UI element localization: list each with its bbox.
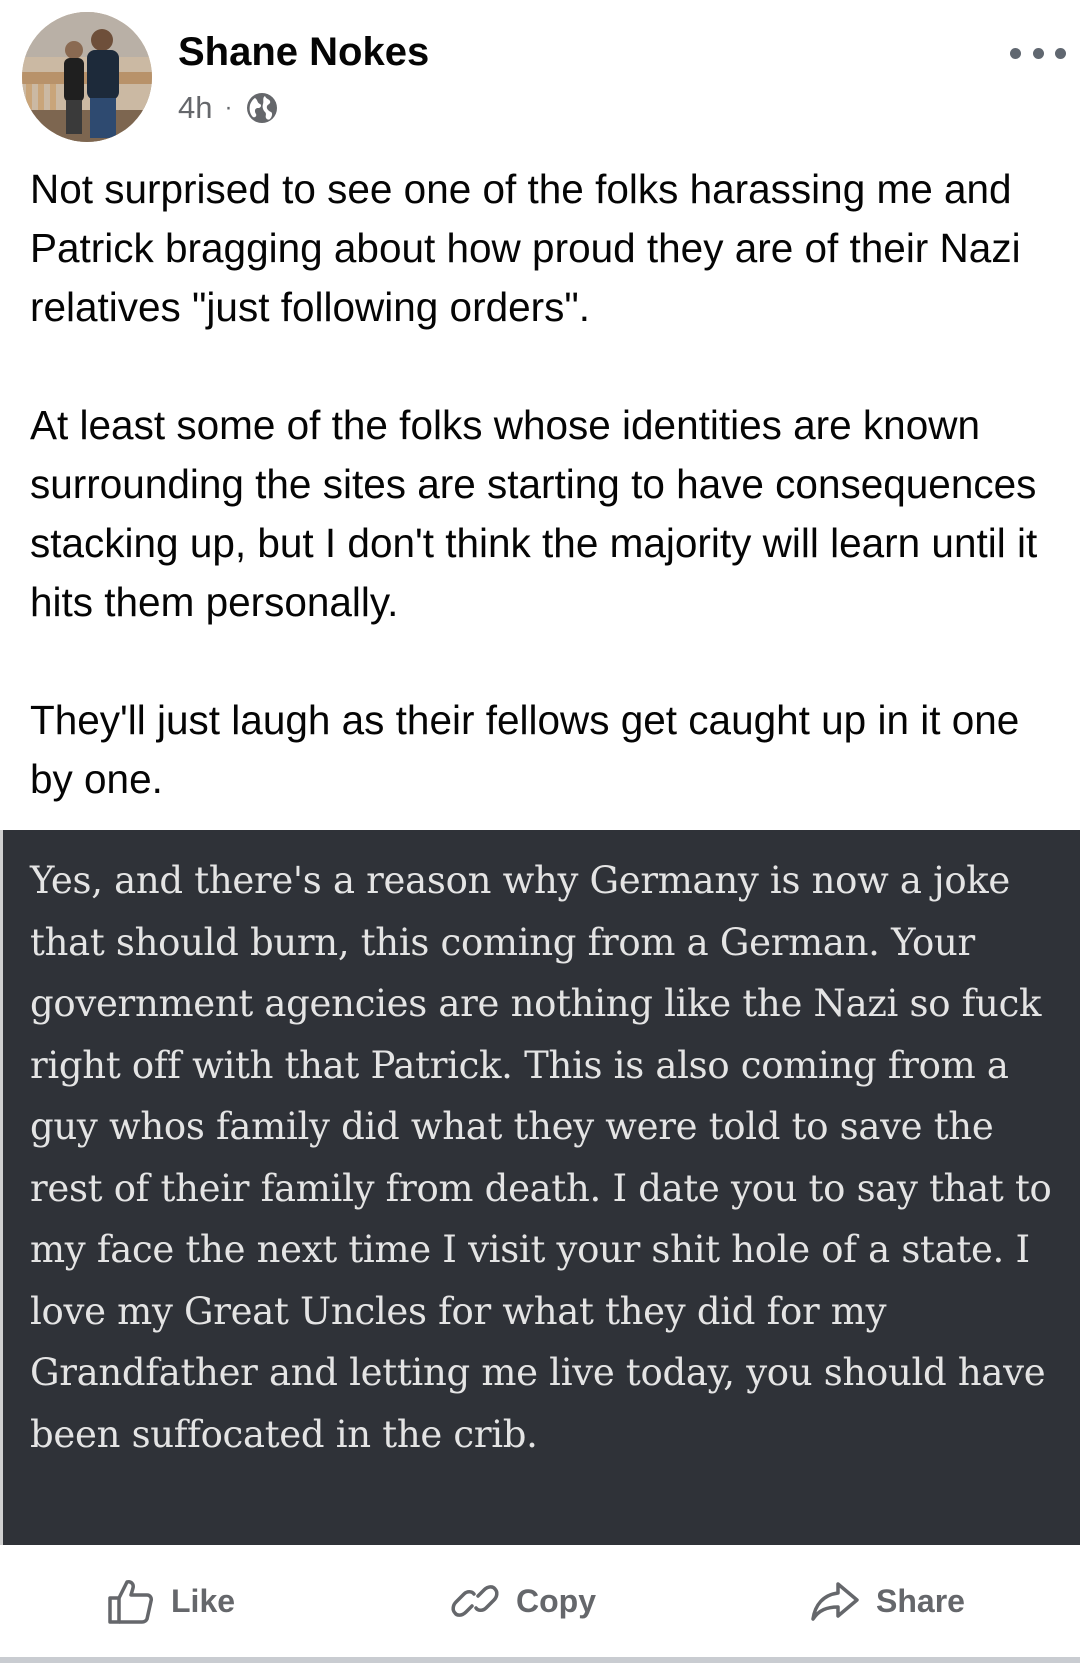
- image-caption-text: Yes, and there's a reason why Germany is…: [30, 859, 1052, 1456]
- facebook-post: Shane Nokes 4h · Not surprised to see on…: [0, 0, 1080, 1663]
- action-bar: Like Copy Share: [0, 1545, 1080, 1657]
- post-body: Not surprised to see one of the folks ha…: [30, 160, 1060, 809]
- meta-separator: ·: [224, 94, 233, 121]
- share-label: Share: [876, 1582, 965, 1619]
- post-paragraph-1: Not surprised to see one of the folks ha…: [30, 166, 1021, 330]
- post-meta: 4h ·: [178, 88, 278, 128]
- copy-button[interactable]: Copy: [450, 1573, 596, 1629]
- post-header: Shane Nokes 4h ·: [0, 0, 1080, 150]
- share-arrow-icon: [811, 1582, 859, 1621]
- post-image[interactable]: Yes, and there's a reason why Germany is…: [0, 830, 1080, 1545]
- link-icon: [451, 1585, 499, 1617]
- divider: [0, 1657, 1080, 1663]
- avatar[interactable]: [22, 12, 152, 142]
- copy-label: Copy: [516, 1582, 596, 1619]
- post-timestamp[interactable]: 4h: [178, 90, 212, 126]
- like-button[interactable]: Like: [105, 1573, 235, 1629]
- globe-icon: [247, 93, 278, 123]
- avatar-photo: [22, 12, 152, 142]
- thumbs-up-icon: [108, 1580, 153, 1624]
- share-button[interactable]: Share: [810, 1573, 965, 1629]
- like-label: Like: [171, 1582, 236, 1619]
- post-paragraph-2: At least some of the folks whose identit…: [30, 402, 1038, 625]
- more-options-icon[interactable]: [1010, 40, 1066, 66]
- author-name[interactable]: Shane Nokes: [178, 30, 429, 75]
- post-paragraph-3: They'll just laugh as their fellows get …: [30, 697, 1020, 802]
